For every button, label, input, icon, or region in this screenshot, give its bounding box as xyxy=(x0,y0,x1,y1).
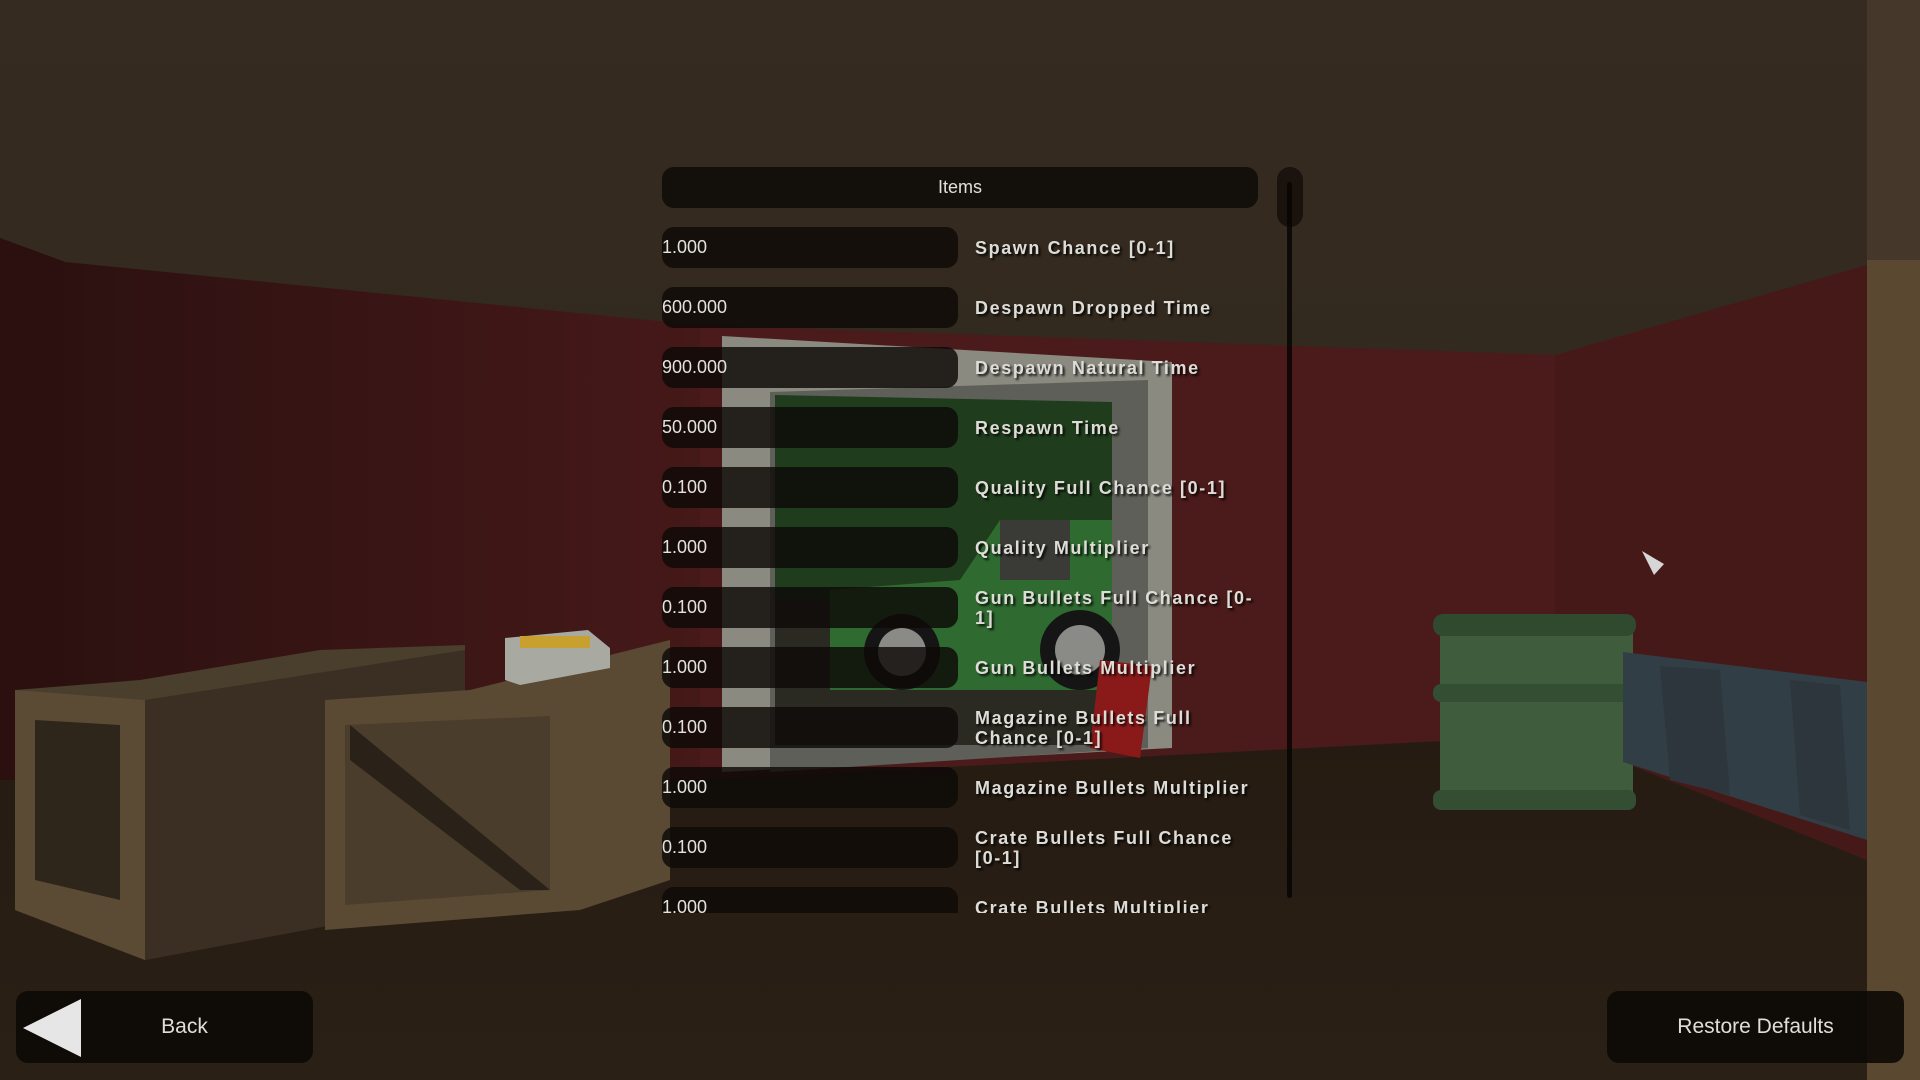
setting-value-input[interactable] xyxy=(662,407,958,448)
scrollbar-track[interactable] xyxy=(1287,182,1292,898)
setting-value-input[interactable] xyxy=(662,527,958,568)
setting-value-input[interactable] xyxy=(662,767,958,808)
back-button-label: Back xyxy=(161,1015,208,1038)
setting-row: Spawn Chance [0-1] xyxy=(662,227,1262,268)
back-arrow-icon xyxy=(23,999,81,1057)
setting-value-input[interactable] xyxy=(662,287,958,328)
setting-label: Spawn Chance [0-1] xyxy=(975,237,1175,258)
mouse-cursor-icon xyxy=(1642,551,1664,575)
setting-label: Magazine Bullets Multiplier xyxy=(975,777,1250,798)
setting-value-input[interactable] xyxy=(662,707,958,748)
setting-row: Crate Bullets Full Chance [0-1] xyxy=(662,827,1262,868)
setting-row: Despawn Dropped Time xyxy=(662,287,1262,328)
setting-value-input[interactable] xyxy=(662,467,958,508)
setting-row: Quality Full Chance [0-1] xyxy=(662,467,1262,508)
setting-label: Crate Bullets Full Chance [0-1] xyxy=(975,827,1234,868)
setting-row: Despawn Natural Time xyxy=(662,347,1262,388)
setting-value-input[interactable] xyxy=(662,647,958,688)
setting-value-input[interactable] xyxy=(662,827,958,868)
setting-value-input[interactable] xyxy=(662,887,958,913)
setting-row: Crate Bullets Multiplier xyxy=(662,887,1262,913)
setting-row: Quality Multiplier xyxy=(662,527,1262,568)
setting-row: Magazine Bullets Full Chance [0-1] xyxy=(662,707,1262,748)
setting-label: Respawn Time xyxy=(975,417,1120,438)
setting-label: Crate Bullets Multiplier xyxy=(975,897,1210,914)
setting-row: Magazine Bullets Multiplier xyxy=(662,767,1262,808)
setting-value-input[interactable] xyxy=(662,587,958,628)
barrel xyxy=(1440,620,1633,810)
setting-row: Gun Bullets Multiplier xyxy=(662,647,1262,688)
settings-list: Spawn Chance [0-1] Despawn Dropped Time … xyxy=(662,222,1262,913)
category-header: Items xyxy=(662,167,1258,208)
setting-row: Gun Bullets Full Chance [0-1] xyxy=(662,587,1262,628)
restore-defaults-button[interactable]: Restore Defaults xyxy=(1607,991,1904,1063)
setting-label: Gun Bullets Multiplier xyxy=(975,657,1197,678)
setting-label: Quality Multiplier xyxy=(975,537,1150,558)
setting-label: Gun Bullets Full Chance [0-1] xyxy=(975,587,1254,628)
setting-label: Magazine Bullets Full Chance [0-1] xyxy=(975,707,1192,748)
setting-row: Respawn Time xyxy=(662,407,1262,448)
setting-label: Quality Full Chance [0-1] xyxy=(975,477,1227,498)
setting-value-input[interactable] xyxy=(662,347,958,388)
setting-value-input[interactable] xyxy=(662,227,958,268)
setting-label: Despawn Dropped Time xyxy=(975,297,1212,318)
restore-defaults-label: Restore Defaults xyxy=(1677,1015,1834,1038)
setting-label: Despawn Natural Time xyxy=(975,357,1200,378)
